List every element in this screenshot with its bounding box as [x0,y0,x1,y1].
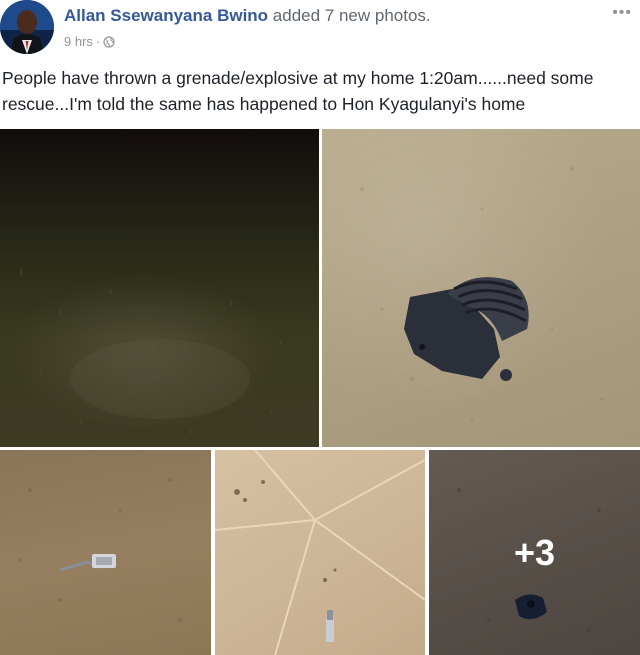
post-action-text: added 7 new photos. [272,6,431,25]
meta-separator: · [95,34,101,49]
photo-3-metal-clip[interactable] [0,450,211,655]
post-timestamp[interactable]: 9 hrs [64,34,93,49]
photo-1-dark-grass[interactable] [0,129,319,447]
avatar-image [0,0,54,54]
post-header-line: Allan Ssewanyana Bwino added 7 new photo… [64,6,431,26]
globe-icon[interactable] [103,35,115,48]
photo-5-more-photos[interactable]: +3 [429,450,640,655]
photo-2-image [360,167,604,421]
post-options-button[interactable]: ••• [612,4,632,22]
post-body-text: People have thrown a grenade/explosive a… [2,68,594,114]
photo-4-tiled-floor[interactable] [215,450,425,655]
avatar[interactable] [0,0,54,54]
photo-1-image [20,269,282,434]
post-meta: 9 hrs · [64,34,115,49]
photo-4-image [215,450,425,655]
author-name-link[interactable]: Allan Ssewanyana Bwino [64,6,268,25]
more-photos-count: +3 [513,532,556,573]
photo-3-image [18,478,182,622]
photo-2-plastic-fragment[interactable] [322,129,640,447]
